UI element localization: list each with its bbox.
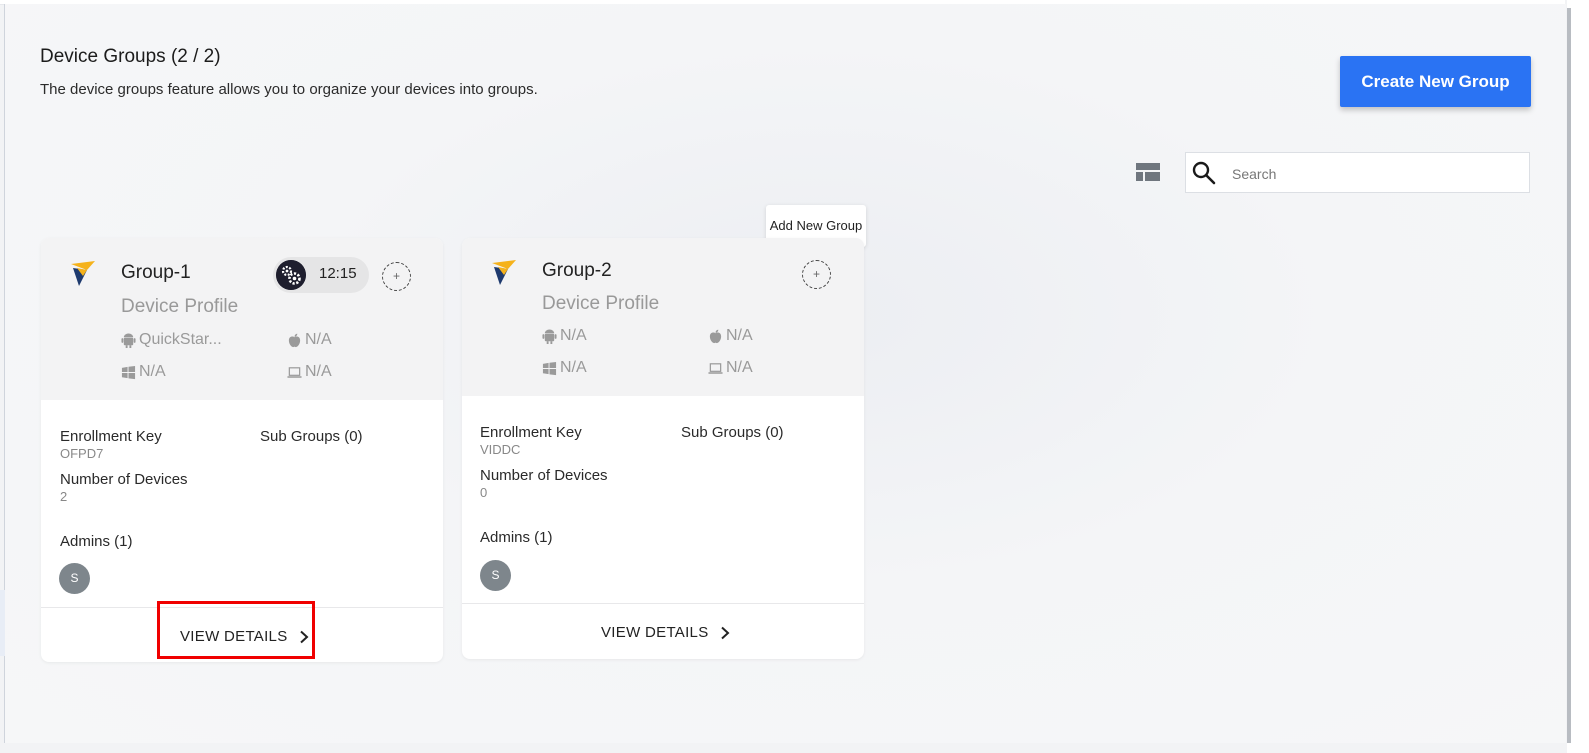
windows-profile-value: N/A: [139, 363, 166, 380]
laptop-profile: N/A: [708, 359, 753, 377]
enrollment-key-value: OFPD7: [60, 446, 104, 461]
enrollment-key-label: Enrollment Key: [480, 424, 582, 441]
schedule-badge[interactable]: 12:15: [273, 257, 369, 293]
view-details-button[interactable]: VIEW DETAILS: [180, 628, 310, 645]
avatar[interactable]: S: [480, 560, 511, 591]
card-divider: [462, 603, 864, 604]
enrollment-key-label: Enrollment Key: [60, 428, 162, 445]
chevron-right-icon: [720, 626, 729, 639]
card-header: Group-2 Device Profile + N/A N/A N/A N/A: [462, 238, 864, 396]
enrollment-key-value: VIDDC: [480, 442, 521, 457]
group-card: Group-2 Device Profile + N/A N/A N/A N/A…: [462, 238, 864, 659]
apple-icon: [288, 333, 301, 347]
sub-groups-label[interactable]: Sub Groups (0): [681, 424, 784, 441]
apple-profile-value: N/A: [305, 331, 332, 348]
search-box: [1185, 152, 1530, 193]
number-of-devices-label: Number of Devices: [480, 467, 608, 484]
android-icon: [121, 332, 136, 348]
card-divider: [41, 607, 443, 608]
android-profile-value: N/A: [560, 327, 587, 344]
view-details-button[interactable]: VIEW DETAILS: [601, 624, 731, 641]
left-edge-strip: [0, 590, 5, 656]
number-of-devices-label: Number of Devices: [60, 471, 188, 488]
scrollbar-thumb[interactable]: [1567, 8, 1571, 743]
group-card: Group-1 Device Profile 12:15 + QuickStar…: [41, 238, 443, 662]
page-subtitle: The device groups feature allows you to …: [40, 81, 538, 98]
chevron-right-icon: [299, 630, 308, 643]
search-input[interactable]: [1230, 161, 1524, 187]
add-subgroup-button[interactable]: +: [382, 262, 411, 291]
sub-groups-label[interactable]: Sub Groups (0): [260, 428, 363, 445]
apple-profile: N/A: [287, 331, 332, 349]
windows-profile-value: N/A: [560, 359, 587, 376]
apple-profile-value: N/A: [726, 327, 753, 344]
schedule-time: 12:15: [319, 265, 357, 282]
laptop-icon: [708, 362, 723, 374]
gears-icon: [276, 260, 306, 290]
group-name[interactable]: Group-1: [121, 262, 191, 284]
admins-label: Admins (1): [480, 529, 553, 546]
view-details-label: VIEW DETAILS: [180, 628, 288, 645]
number-of-devices-value: 0: [480, 485, 488, 500]
avatar[interactable]: S: [59, 563, 90, 594]
android-profile-value: QuickStar...: [139, 331, 222, 348]
group-name[interactable]: Group-2: [542, 260, 612, 282]
layout-toggle-icon[interactable]: [1136, 163, 1160, 181]
add-subgroup-button[interactable]: +: [802, 260, 831, 289]
device-profile-label: Device Profile: [542, 293, 660, 314]
android-profile: N/A: [542, 327, 587, 345]
apple-icon: [709, 329, 722, 343]
windows-icon: [121, 365, 136, 379]
number-of-devices-value: 2: [60, 489, 68, 504]
windows-profile: N/A: [542, 359, 587, 377]
create-new-group-button[interactable]: Create New Group: [1340, 56, 1531, 107]
android-profile: QuickStar...: [121, 331, 222, 349]
device-profile-label: Device Profile: [121, 296, 239, 317]
laptop-profile: N/A: [287, 363, 332, 381]
admins-label: Admins (1): [60, 533, 133, 550]
laptop-profile-value: N/A: [726, 359, 753, 376]
card-header: Group-1 Device Profile 12:15 + QuickStar…: [41, 238, 443, 400]
laptop-icon: [287, 366, 302, 378]
view-details-label: VIEW DETAILS: [601, 624, 709, 641]
group-logo-icon: [492, 260, 516, 285]
windows-icon: [542, 361, 557, 375]
windows-profile: N/A: [121, 363, 166, 381]
page-title: Device Groups (2 / 2): [40, 46, 221, 67]
search-icon: [1192, 161, 1216, 185]
group-logo-icon: [71, 261, 95, 286]
android-icon: [542, 328, 557, 344]
apple-profile: N/A: [708, 327, 753, 345]
laptop-profile-value: N/A: [305, 363, 332, 380]
